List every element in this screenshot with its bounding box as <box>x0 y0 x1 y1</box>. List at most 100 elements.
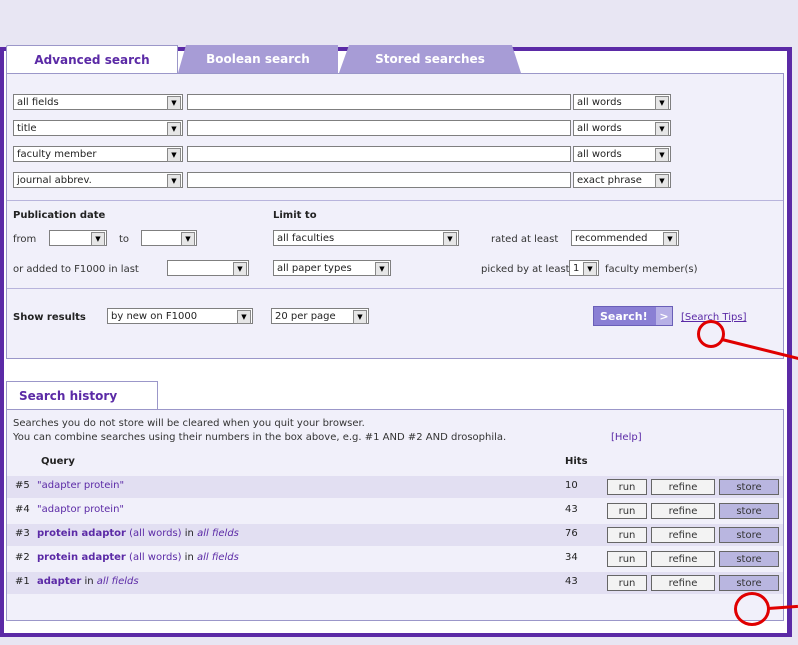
run-button[interactable]: run <box>607 551 647 567</box>
query-in: in <box>81 576 97 587</box>
hits-count: 34 <box>565 552 578 563</box>
field-select[interactable]: all fields ▼ <box>13 94 183 110</box>
store-button[interactable]: store <box>719 527 779 543</box>
search-history-panel: Searches you do not store will be cleare… <box>6 409 784 621</box>
row-number: #4 <box>15 504 30 515</box>
paper-types-select[interactable]: all paper types ▼ <box>273 260 391 276</box>
query-text[interactable]: "adapter protein" <box>37 480 124 491</box>
chevron-down-icon: ▼ <box>655 96 669 110</box>
query-field: all fields <box>96 576 139 587</box>
to-date-select[interactable]: ▼ <box>141 230 197 246</box>
sort-order-select[interactable]: by new on F1000 ▼ <box>107 308 253 324</box>
advanced-search-panel: all fields ▼ all words ▼ title ▼ all words ▼… <box>6 73 784 359</box>
publication-date-heading: Publication date <box>13 210 106 221</box>
query-text[interactable]: protein adaptor (all words) in all field… <box>37 528 239 539</box>
show-results-label: Show results <box>13 312 86 323</box>
chevron-down-icon: ▼ <box>583 262 597 276</box>
match-mode-value: all words <box>577 97 622 108</box>
search-term-input[interactable] <box>187 120 571 136</box>
history-note: You can combine searches using their num… <box>13 432 507 443</box>
page-frame: Advanced search Boolean search Stored se… <box>0 45 792 637</box>
query-main: protein adapter <box>37 552 126 563</box>
run-button[interactable]: run <box>607 503 647 519</box>
field-select[interactable]: faculty member ▼ <box>13 146 183 162</box>
search-button[interactable]: Search! > <box>593 306 673 326</box>
match-mode-select[interactable]: all words ▼ <box>573 94 671 110</box>
query-main: protein adaptor <box>37 528 126 539</box>
store-button[interactable]: store <box>719 575 779 591</box>
history-table: #5 "adapter protein" 10 run refine store… <box>7 474 783 604</box>
match-mode-select[interactable]: exact phrase ▼ <box>573 172 671 188</box>
query-text[interactable]: adapter in all fields <box>37 576 139 587</box>
faculties-value: all faculties <box>277 233 335 244</box>
history-note: Searches you do not store will be cleare… <box>13 418 365 429</box>
table-row: #3 protein adaptor (all words) in all fi… <box>7 524 783 546</box>
row-number: #5 <box>15 480 30 491</box>
field-select-value: title <box>17 123 37 134</box>
tab-stored-searches[interactable]: Stored searches <box>339 45 521 73</box>
tab-boolean-search[interactable]: Boolean search <box>178 45 338 73</box>
refine-button[interactable]: refine <box>651 503 715 519</box>
page-content: Advanced search Boolean search Stored se… <box>4 45 787 633</box>
picked-suffix: faculty member(s) <box>605 264 698 275</box>
rated-label: rated at least <box>491 234 559 245</box>
match-mode-value: exact phrase <box>577 175 642 186</box>
help-link[interactable]: [Help] <box>611 432 642 443</box>
highlight-circle-store-button <box>734 592 770 626</box>
history-tab[interactable]: Search history <box>6 381 158 410</box>
chevron-down-icon: ▼ <box>91 232 105 246</box>
table-row: #2 protein adapter (all words) in all fi… <box>7 548 783 570</box>
run-button[interactable]: run <box>607 527 647 543</box>
run-button[interactable]: run <box>607 479 647 495</box>
hits-count: 76 <box>565 528 578 539</box>
chevron-down-icon: ▼ <box>663 232 677 246</box>
hits-count: 43 <box>565 576 578 587</box>
chevron-down-icon: ▼ <box>237 310 251 324</box>
added-label: or added to F1000 in last <box>13 264 139 275</box>
match-mode-select[interactable]: all words ▼ <box>573 146 671 162</box>
query-field: all fields <box>196 552 239 563</box>
query-text[interactable]: protein adapter (all words) in all field… <box>37 552 239 563</box>
chevron-down-icon: ▼ <box>181 232 195 246</box>
sort-order-value: by new on F1000 <box>111 311 198 322</box>
chevron-down-icon: ▼ <box>655 122 669 136</box>
run-button[interactable]: run <box>607 575 647 591</box>
picked-count-value: 1 <box>573 263 580 274</box>
picked-count-select[interactable]: 1 ▼ <box>569 260 599 276</box>
refine-button[interactable]: refine <box>651 551 715 567</box>
chevron-down-icon: ▼ <box>655 174 669 188</box>
store-button[interactable]: store <box>719 503 779 519</box>
divider <box>7 288 783 289</box>
query-mode: (all words) <box>125 528 182 539</box>
table-row: #5 "adapter protein" 10 run refine store <box>7 476 783 498</box>
from-date-select[interactable]: ▼ <box>49 230 107 246</box>
added-period-select[interactable]: ▼ <box>167 260 249 276</box>
per-page-select[interactable]: 20 per page ▼ <box>271 308 369 324</box>
faculties-select[interactable]: all faculties ▼ <box>273 230 459 246</box>
store-button[interactable]: store <box>719 479 779 495</box>
rating-value: recommended <box>575 233 648 244</box>
query-main: adapter <box>37 576 82 587</box>
query-field: all fields <box>197 528 239 539</box>
rating-select[interactable]: recommended ▼ <box>571 230 679 246</box>
field-select[interactable]: journal abbrev. ▼ <box>13 172 183 188</box>
tab-advanced-search[interactable]: Advanced search <box>6 45 178 74</box>
row-number: #3 <box>15 528 30 539</box>
picked-label: picked by at least <box>481 264 570 275</box>
match-mode-select[interactable]: all words ▼ <box>573 120 671 136</box>
refine-button[interactable]: refine <box>651 575 715 591</box>
table-row: #4 "adaptor protein" 43 run refine store <box>7 500 783 522</box>
search-term-input[interactable] <box>187 146 571 162</box>
refine-button[interactable]: refine <box>651 527 715 543</box>
refine-button[interactable]: refine <box>651 479 715 495</box>
field-select[interactable]: title ▼ <box>13 120 183 136</box>
search-term-input[interactable] <box>187 172 571 188</box>
highlight-circle-search-tips <box>697 320 725 348</box>
query-main: "adaptor protein" <box>37 504 125 515</box>
store-button[interactable]: store <box>719 551 779 567</box>
query-text[interactable]: "adaptor protein" <box>37 504 124 515</box>
chevron-down-icon: ▼ <box>353 310 367 324</box>
row-number: #2 <box>15 552 30 563</box>
history-tab-label: Search history <box>19 389 118 403</box>
search-term-input[interactable] <box>187 94 571 110</box>
